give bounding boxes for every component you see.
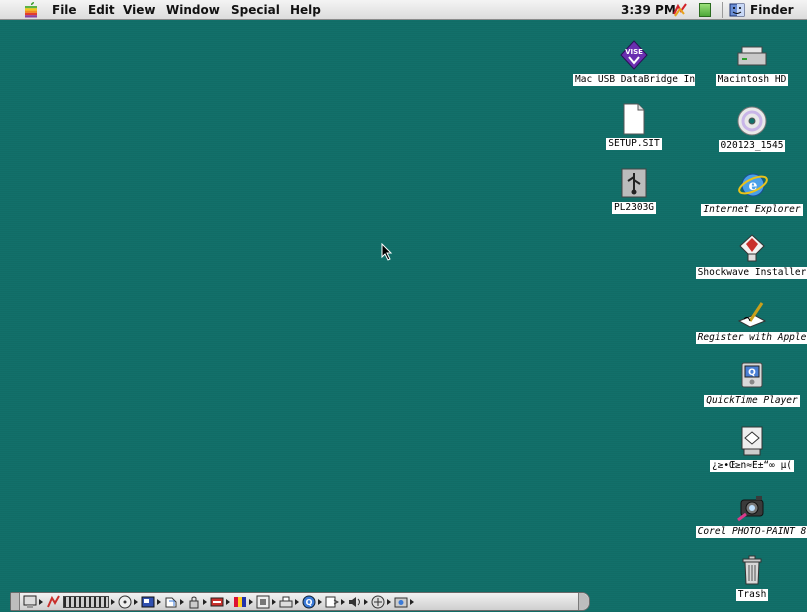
corel-photo-paint-icon <box>735 490 769 524</box>
desktop-icon-label: 020123_1545 <box>718 140 786 152</box>
speaker-volume-icon <box>349 596 360 607</box>
desktop-icon-label: Register with Apple <box>695 332 807 344</box>
control-strip-expand-tab[interactable] <box>578 593 589 610</box>
svg-text:e: e <box>749 178 758 194</box>
desktop-icon-label: Mac USB DataBridge Installer <box>573 74 695 86</box>
active-app-label[interactable]: Finder <box>750 3 794 17</box>
menu-special[interactable]: Special <box>231 3 280 17</box>
apple-menu-icon[interactable] <box>22 1 40 19</box>
appletalk-icon <box>210 597 224 606</box>
mouse-cursor <box>381 243 393 261</box>
control-strip-location[interactable] <box>394 594 414 609</box>
svg-text:Q: Q <box>306 598 313 607</box>
control-strip-monitor[interactable] <box>23 594 43 609</box>
quicktime-strip-icon: Q <box>302 595 316 608</box>
document-icon <box>617 102 651 136</box>
desktop-icon-label: QuickTime Player <box>704 395 800 407</box>
desktop-icon-label: Internet Explorer <box>701 204 803 216</box>
desktop-icon-label: Corel PHOTO-PAINT 8 <box>695 526 807 538</box>
control-strip-quicktime[interactable]: Q <box>302 594 322 609</box>
control-strip-sound-level[interactable] <box>63 594 115 609</box>
menu-help[interactable]: Help <box>290 3 321 17</box>
desktop-icon-label: Shockwave Installer <box>695 267 807 279</box>
desktop-icon-shockwave-installer[interactable]: Shockwave Installer <box>695 231 807 279</box>
desktop-icon-register-with-apple[interactable]: Register with Apple <box>695 296 807 344</box>
color-depth-icon <box>234 596 246 607</box>
battery-monitor-icon <box>47 595 60 607</box>
desktop-icon-cd-020123[interactable]: 020123_1545 <box>697 104 807 152</box>
desktop-icon-quicktime-player[interactable]: Q QuickTime Player <box>697 359 807 407</box>
control-strip-appletalk[interactable] <box>210 594 230 609</box>
internet-explorer-icon: e <box>735 168 769 202</box>
control-strip-resolution[interactable] <box>256 594 276 609</box>
desktop-icon-pl2303g[interactable]: PL2303G <box>574 166 694 214</box>
desktop-icon-internet-explorer[interactable]: e Internet Explorer <box>697 168 807 216</box>
control-strip-battery[interactable] <box>46 594 60 609</box>
menubar-divider <box>722 2 723 18</box>
printer-icon <box>279 596 293 607</box>
shockwave-installer-icon <box>735 231 769 265</box>
desktop-icon-application[interactable]: ¿≥•Œ≥n≈Ê±“∞ µ( <box>697 424 807 472</box>
desktop-icon-databridge-installer[interactable]: VISE Mac USB DataBridge Installer <box>573 38 695 86</box>
desktop-icon-label: SETUP.SIT <box>606 138 662 150</box>
svg-text:Q: Q <box>748 368 756 378</box>
control-strip-color-depth[interactable] <box>233 594 253 609</box>
control-strip: Q <box>10 592 590 611</box>
control-strip-file-sharing[interactable] <box>164 594 184 609</box>
control-strip-collapse-tab[interactable] <box>11 593 20 610</box>
monitor-bit-depth-icon <box>141 596 155 607</box>
usb-driver-icon <box>617 166 651 200</box>
control-strip-remote-access[interactable] <box>371 594 391 609</box>
finder-app-icon[interactable] <box>729 2 745 18</box>
desktop-icon-macintosh-hd[interactable]: Macintosh HD <box>697 38 807 86</box>
application-icon <box>735 424 769 458</box>
monitor-icon <box>23 595 37 608</box>
remote-access-icon <box>371 595 385 608</box>
control-strip-web-sharing[interactable] <box>325 594 345 609</box>
clock-status-icon[interactable] <box>672 2 688 18</box>
desktop-icon-label: ¿≥•Œ≥n≈Ê±“∞ µ( <box>709 460 795 472</box>
control-strip-cd[interactable] <box>118 594 138 609</box>
desktop-icon-label: Trash <box>735 589 769 601</box>
desktop-icon-setup-sit[interactable]: SETUP.SIT <box>574 102 694 150</box>
resolution-icon <box>256 595 270 608</box>
menu-view[interactable]: View <box>123 3 155 17</box>
menu-bar: File Edit View Window Special Help 3:39 … <box>0 0 807 20</box>
sound-level-bars <box>63 595 109 608</box>
web-sharing-icon <box>325 596 339 607</box>
menu-edit[interactable]: Edit <box>88 3 115 17</box>
cd-strip-icon <box>118 595 132 608</box>
control-strip-keychain[interactable] <box>187 594 207 609</box>
control-strip-volume[interactable] <box>348 594 368 609</box>
cd-icon <box>735 104 769 138</box>
desktop-icon-label: Macintosh HD <box>715 74 789 86</box>
control-strip-printer[interactable] <box>279 594 299 609</box>
menu-window[interactable]: Window <box>166 3 220 17</box>
file-sharing-icon <box>165 597 177 607</box>
quicktime-icon: Q <box>735 359 769 393</box>
keychain-icon <box>189 596 199 608</box>
battery-icon[interactable] <box>699 3 711 17</box>
vise-installer-icon: VISE <box>617 38 651 72</box>
trash-icon <box>735 553 769 587</box>
hard-drive-icon <box>735 38 769 72</box>
menubar-clock[interactable]: 3:39 PM <box>621 3 676 17</box>
desktop-icon-trash[interactable]: Trash <box>697 553 807 601</box>
location-manager-icon <box>394 597 408 607</box>
register-icon <box>735 296 769 330</box>
menu-file[interactable]: File <box>52 3 77 17</box>
desktop-icon-label: PL2303G <box>611 202 657 214</box>
svg-text:VISE: VISE <box>625 48 643 56</box>
desktop-icon-corel-photo-paint[interactable]: Corel PHOTO-PAINT 8 <box>695 490 807 538</box>
control-strip-bit-depth[interactable] <box>141 594 161 609</box>
